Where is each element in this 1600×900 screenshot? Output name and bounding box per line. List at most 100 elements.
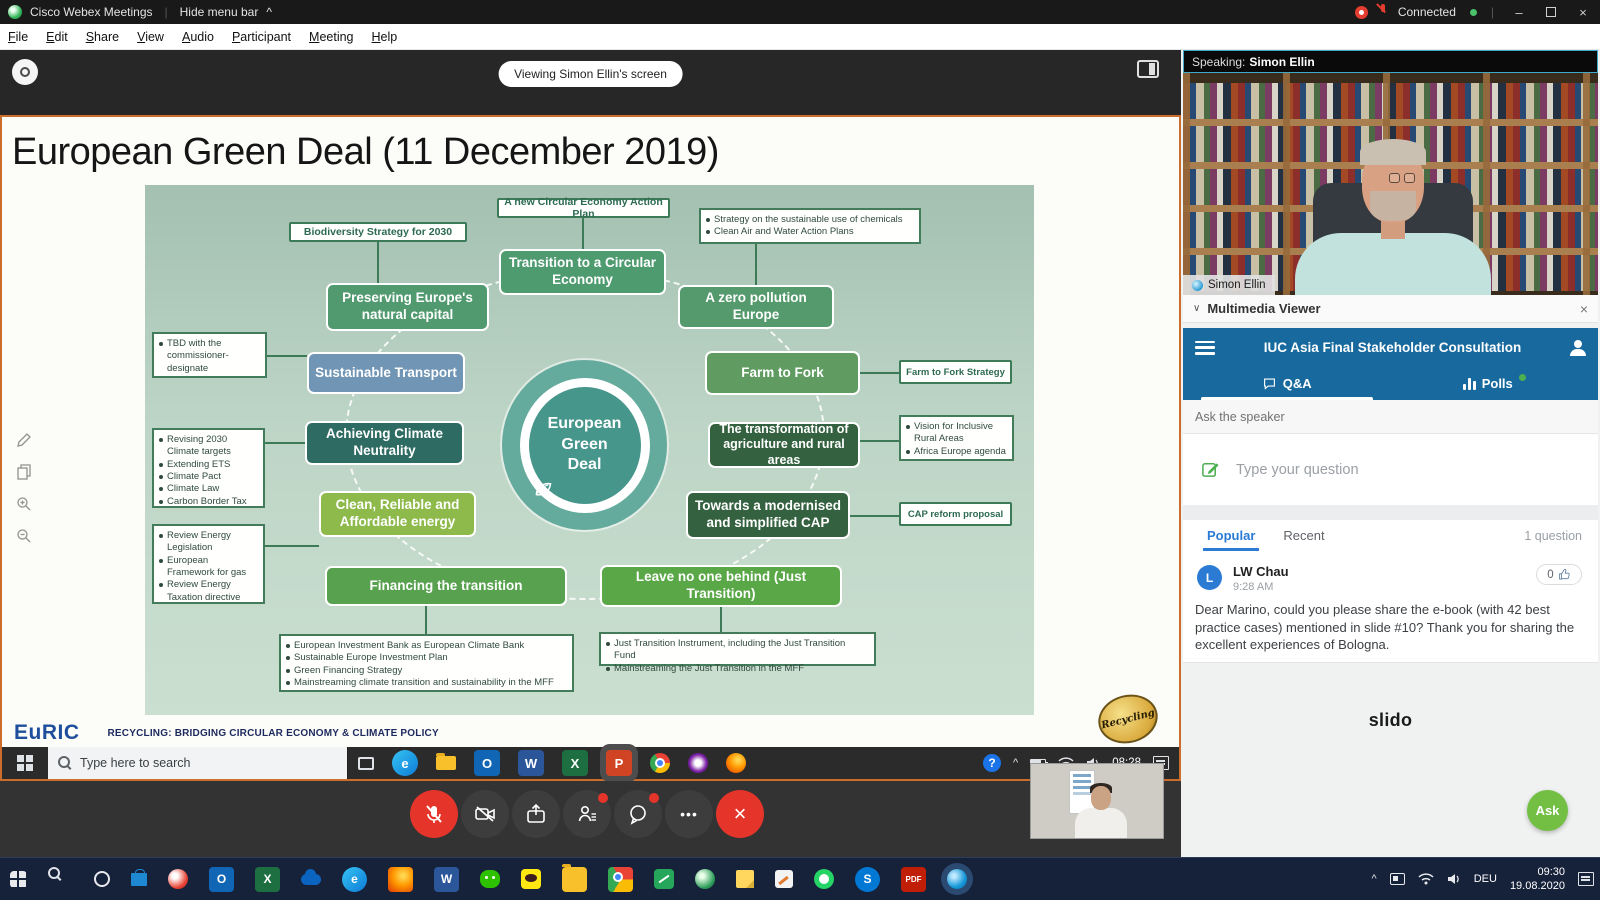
kakaotalk-icon[interactable] [521,869,541,889]
search-icon[interactable] [48,867,73,892]
share-header: Viewing Simon Ellin's screen [0,50,1181,115]
pdf-icon[interactable]: PDF [901,867,926,892]
chat-button[interactable] [614,790,662,838]
label-farm-strategy: Farm to Fork Strategy [899,360,1012,384]
viewing-banner: Viewing Simon Ellin's screen [498,61,683,87]
start-video-button[interactable] [461,790,509,838]
menu-item[interactable]: Audio [182,30,214,44]
outlook-icon[interactable]: O [474,750,500,776]
green-app-icon[interactable] [654,869,674,889]
node-modernised-cap: Towards a modernised and simplified CAP [686,491,850,539]
paint-icon[interactable] [775,870,793,888]
participants-icon[interactable] [1570,340,1586,356]
browser-purple-icon[interactable] [688,753,708,773]
edge-icon[interactable]: e [342,867,367,892]
start-button[interactable] [10,871,27,888]
sticky-notes-icon[interactable] [736,870,754,888]
excel-icon[interactable]: X [255,867,280,892]
node-farm-to-fork: Farm to Fork [705,351,860,395]
chevron-down-icon[interactable]: ∨ [1193,303,1200,314]
file-explorer-icon[interactable] [436,756,456,770]
search-input[interactable]: Type here to search [48,747,348,779]
outlook-icon[interactable]: O [209,867,234,892]
tab-qa[interactable]: Q&A [1183,367,1391,400]
chrome-icon[interactable] [608,867,633,892]
language-indicator[interactable]: DEU [1474,873,1497,885]
menu-item[interactable]: Edit [46,30,68,44]
meeting-controls-strip: ••• × [0,781,1181,857]
chrome-icon[interactable] [650,753,670,773]
minimize-button[interactable]: – [1508,5,1530,20]
node-achieving: Achieving Climate Neutrality [305,421,464,465]
label-cap-reform: CAP reform proposal [899,502,1012,526]
unmute-button[interactable] [410,790,458,838]
chevron-up-icon[interactable]: ^ [266,5,272,19]
pages-button[interactable] [14,462,34,482]
cortana-icon[interactable] [94,871,110,887]
speech-bubble-icon [1262,377,1277,391]
more-options-button[interactable]: ••• [665,790,713,838]
annotate-pen-button[interactable] [14,430,34,450]
file-explorer-icon[interactable] [562,867,587,892]
webex-ball-icon [1192,280,1203,291]
zoom-out-button[interactable] [14,526,34,546]
menu-item[interactable]: Help [372,30,398,44]
word-icon[interactable]: W [434,867,459,892]
webex-sphere-icon[interactable] [168,869,188,889]
question-input[interactable]: Type your question [1183,434,1598,505]
share-content-button[interactable] [512,790,560,838]
leave-meeting-button[interactable]: × [716,790,764,838]
menu-item[interactable]: Meeting [309,30,353,44]
hamburger-menu-icon[interactable] [1195,341,1215,355]
self-video-thumbnail[interactable] [1030,763,1164,839]
webex-icon[interactable] [947,869,967,889]
ask-button[interactable]: Ask [1527,790,1568,831]
clock-date[interactable]: 09:30 19.08.2020 [1510,865,1565,894]
wifi-icon[interactable] [1418,873,1434,885]
wechat-icon[interactable] [480,870,500,888]
powerpoint-icon[interactable]: P [606,750,632,776]
node-transformation: The transformation of agriculture and ru… [708,422,860,468]
multimedia-viewer-header[interactable]: ∨ Multimedia Viewer × [1183,295,1598,323]
close-multimedia-icon[interactable]: × [1580,301,1588,317]
menu-item[interactable]: Participant [232,30,291,44]
participants-button[interactable] [563,790,611,838]
skype-icon[interactable]: S [855,867,880,892]
ask-the-speaker-bar: Ask the speaker [1183,400,1598,434]
tab-popular[interactable]: Popular [1207,520,1255,551]
zoom-in-button[interactable] [14,494,34,514]
tab-polls[interactable]: Polls [1391,367,1599,400]
start-button[interactable] [2,747,48,779]
store-icon[interactable] [131,873,147,886]
layout-toggle-button[interactable] [1137,60,1159,78]
sphere-green-icon[interactable] [695,869,715,889]
maximize-button[interactable] [1540,5,1562,20]
excel-icon[interactable]: X [562,750,588,776]
task-view-icon[interactable] [358,757,374,770]
menu-item[interactable]: Share [86,30,119,44]
close-button[interactable]: × [1572,5,1594,20]
meeting-control-bar: ••• × [410,790,764,838]
firefox-icon[interactable] [388,867,413,892]
hide-menu-bar-button[interactable]: Hide menu bar [180,5,259,19]
connector [755,244,757,285]
connector [265,442,305,444]
tab-recent[interactable]: Recent [1283,528,1324,543]
edge-icon[interactable]: e [392,750,418,776]
onedrive-icon[interactable] [301,874,321,885]
tablet-icon[interactable] [1390,873,1405,885]
menu-item[interactable]: File [8,30,28,44]
action-center-icon[interactable] [1578,872,1594,886]
firefox-icon[interactable] [726,753,746,773]
whatsapp-icon[interactable] [814,869,834,889]
bullets-just-transition: Just Transition Instrument, including th… [599,632,876,666]
tray-chevron-icon[interactable]: ^ [1013,757,1018,769]
tray-chevron-icon[interactable]: ^ [1372,873,1377,885]
word-icon[interactable]: W [518,750,544,776]
question-item: L LW Chau 9:28 AM 0 Dear Marino, could y… [1183,551,1598,663]
help-icon[interactable]: ? [983,754,1001,772]
volume-icon[interactable] [1447,873,1461,885]
menu-item[interactable]: View [137,30,164,44]
annotation-target-button[interactable] [12,59,38,85]
like-button[interactable]: 0 [1536,564,1582,585]
